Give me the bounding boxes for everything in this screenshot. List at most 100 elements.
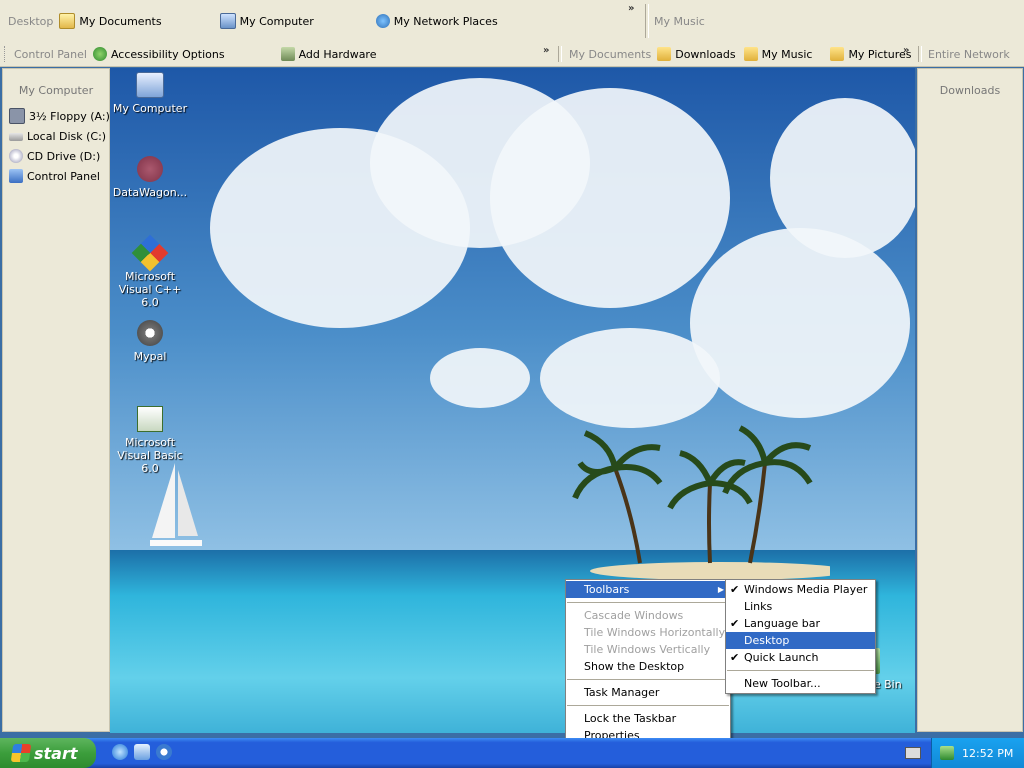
side-item-label: Local Disk (C:) bbox=[27, 130, 107, 143]
entire-network-toolbar-title: Entire Network bbox=[928, 47, 1010, 61]
toolbar-item-label: My Documents bbox=[79, 14, 162, 28]
side-item-label: Control Panel bbox=[27, 169, 100, 183]
submenu-item-new-toolbar[interactable]: New Toolbar... bbox=[726, 675, 875, 692]
music-folder-icon bbox=[743, 47, 758, 61]
network-tray-icon[interactable] bbox=[940, 746, 954, 760]
toolbar-overflow-chevron[interactable]: » bbox=[628, 3, 634, 14]
side-toolbar-title: My Computer bbox=[18, 84, 94, 97]
submenu-item-links[interactable]: Links bbox=[726, 598, 875, 615]
toolbar-item-add-hardware[interactable]: Add Hardware bbox=[280, 47, 377, 61]
downloads-side-toolbar: Downloads bbox=[917, 68, 1023, 732]
start-label: start bbox=[34, 743, 78, 763]
checkmark-icon: ✔ bbox=[730, 617, 740, 630]
desktop-icon-visual-cpp[interactable]: Microsoft Visual C++ 6.0 bbox=[110, 234, 190, 309]
toolbar-item-label: My Computer bbox=[239, 14, 314, 28]
menu-item-label: Show the Desktop bbox=[584, 660, 685, 673]
wallpaper-cloud bbox=[770, 98, 915, 258]
accessibility-icon bbox=[92, 47, 107, 61]
side-item-local-disk[interactable]: Local Disk (C:) bbox=[3, 127, 109, 146]
clock[interactable]: 12:52 PM bbox=[962, 747, 1013, 760]
side-item-floppy[interactable]: 3½ Floppy (A:) bbox=[3, 105, 110, 127]
menu-item-label: Toolbars bbox=[584, 583, 630, 596]
desktop-icon-mypal[interactable]: Mypal bbox=[110, 320, 190, 363]
quick-launch-toolbar bbox=[112, 744, 172, 760]
submenu-item-desktop[interactable]: Desktop bbox=[726, 632, 875, 649]
wallpaper-cloud bbox=[430, 348, 530, 408]
folder-icon bbox=[657, 47, 672, 61]
submenu-item-label: Links bbox=[744, 600, 773, 613]
taskbar[interactable]: start 12:52 PM bbox=[0, 738, 1024, 768]
side-toolbar-title: Downloads bbox=[939, 84, 1001, 97]
system-tray: 12:52 PM bbox=[931, 738, 1024, 768]
pictures-folder-icon bbox=[830, 47, 845, 61]
submenu-item-quick-launch[interactable]: ✔ Quick Launch bbox=[726, 649, 875, 666]
menu-item-lock-taskbar[interactable]: Lock the Taskbar bbox=[566, 710, 730, 727]
documents-icon bbox=[59, 13, 76, 29]
submenu-item-label: New Toolbar... bbox=[744, 677, 821, 690]
desktop-icon-label: Microsoft Visual C++ 6.0 bbox=[118, 270, 182, 309]
toolbar-item-my-music[interactable]: My Music bbox=[743, 47, 812, 61]
menu-item-toolbars[interactable]: Toolbars ▶ bbox=[566, 581, 730, 598]
toolbar-item-label: My Network Places bbox=[393, 14, 498, 28]
toolbar-overflow-chevron[interactable]: » bbox=[543, 45, 549, 56]
toolbar-item-my-network-places[interactable]: My Network Places bbox=[375, 14, 498, 28]
toolbar-item-my-pictures[interactable]: My Pictures bbox=[830, 47, 912, 61]
keyboard-icon[interactable] bbox=[905, 747, 921, 759]
toolbar-item-my-computer[interactable]: My Computer bbox=[219, 13, 314, 29]
menu-item-task-manager[interactable]: Task Manager bbox=[566, 684, 730, 701]
checkmark-icon: ✔ bbox=[730, 651, 740, 664]
toolbar-item-accessibility-options[interactable]: Accessibility Options bbox=[92, 47, 225, 61]
submenu-item-label: Desktop bbox=[744, 634, 790, 647]
toolbar-item-label: Accessibility Options bbox=[110, 47, 225, 61]
side-item-control-panel[interactable]: Control Panel bbox=[3, 166, 109, 186]
outlook-icon[interactable] bbox=[134, 744, 150, 760]
my-documents-toolbar: My Documents Downloads My Music My Pictu… bbox=[561, 42, 926, 66]
datawagon-icon bbox=[137, 156, 163, 182]
menu-separator bbox=[567, 679, 729, 680]
wallpaper-cloud bbox=[490, 88, 730, 308]
toolbar-item-label: Add Hardware bbox=[298, 47, 377, 61]
desktop-icon-my-computer[interactable]: My Computer bbox=[110, 72, 190, 115]
island-illustration bbox=[572, 425, 830, 580]
toolbar-item-my-documents[interactable]: My Documents bbox=[59, 13, 162, 29]
control-panel-toolbar: Control Panel Accessibility Options Add … bbox=[6, 42, 390, 66]
toolbars-submenu: ✔ Windows Media Player Links ✔ Language … bbox=[725, 579, 876, 694]
submenu-item-language-bar[interactable]: ✔ Language bar bbox=[726, 615, 875, 632]
checkmark-icon: ✔ bbox=[730, 583, 740, 596]
menu-item-show-desktop[interactable]: Show the Desktop bbox=[566, 658, 730, 675]
desktop-toolbar-title: Desktop bbox=[8, 14, 54, 28]
side-item-label: 3½ Floppy (A:) bbox=[29, 109, 110, 123]
my-documents-toolbar-title: My Documents bbox=[569, 47, 652, 61]
side-item-cd-drive[interactable]: CD Drive (D:) bbox=[3, 146, 109, 166]
desktop-icon-label: DataWagon... bbox=[112, 186, 188, 199]
my-music-toolbar: My Music bbox=[648, 0, 711, 42]
network-icon bbox=[375, 14, 390, 28]
menu-item-label: Task Manager bbox=[584, 686, 660, 699]
side-item-label: CD Drive (D:) bbox=[27, 149, 101, 163]
menu-separator bbox=[567, 705, 729, 706]
desktop-icon-datawagon[interactable]: DataWagon... bbox=[110, 156, 190, 199]
desktop-icon-label: Microsoft Visual Basic 6.0 bbox=[117, 436, 183, 475]
menu-item-cascade-windows[interactable]: Cascade Windows bbox=[566, 607, 730, 624]
submenu-item-label: Language bar bbox=[744, 617, 821, 630]
toolbar-overflow-chevron[interactable]: » bbox=[903, 45, 909, 56]
computer-icon bbox=[136, 72, 164, 98]
my-music-toolbar-title: My Music bbox=[654, 14, 705, 28]
desktop-icon-visual-basic[interactable]: Microsoft Visual Basic 6.0 bbox=[110, 406, 190, 475]
start-button[interactable]: start bbox=[0, 738, 96, 768]
ie-icon[interactable] bbox=[112, 744, 128, 760]
desktop-icon-label: My Computer bbox=[112, 102, 188, 115]
wallpaper-cloud bbox=[690, 228, 910, 418]
my-computer-side-toolbar: My Computer 3½ Floppy (A:) Local Disk (C… bbox=[2, 68, 110, 732]
mypal-icon bbox=[137, 320, 163, 346]
entire-network-toolbar: Entire Network bbox=[920, 42, 1016, 66]
harddisk-icon bbox=[9, 132, 23, 141]
media-player-icon[interactable] bbox=[156, 744, 172, 760]
floppy-icon bbox=[9, 108, 25, 124]
visual-cpp-icon bbox=[131, 234, 169, 272]
menu-item-tile-vertically[interactable]: Tile Windows Vertically bbox=[566, 641, 730, 658]
submenu-item-windows-media-player[interactable]: ✔ Windows Media Player bbox=[726, 581, 875, 598]
toolbar-item-downloads[interactable]: Downloads bbox=[657, 47, 736, 61]
menu-item-tile-horizontally[interactable]: Tile Windows Horizontally bbox=[566, 624, 730, 641]
desktop-toolbar: Desktop My Documents My Computer My Netw… bbox=[0, 0, 640, 42]
